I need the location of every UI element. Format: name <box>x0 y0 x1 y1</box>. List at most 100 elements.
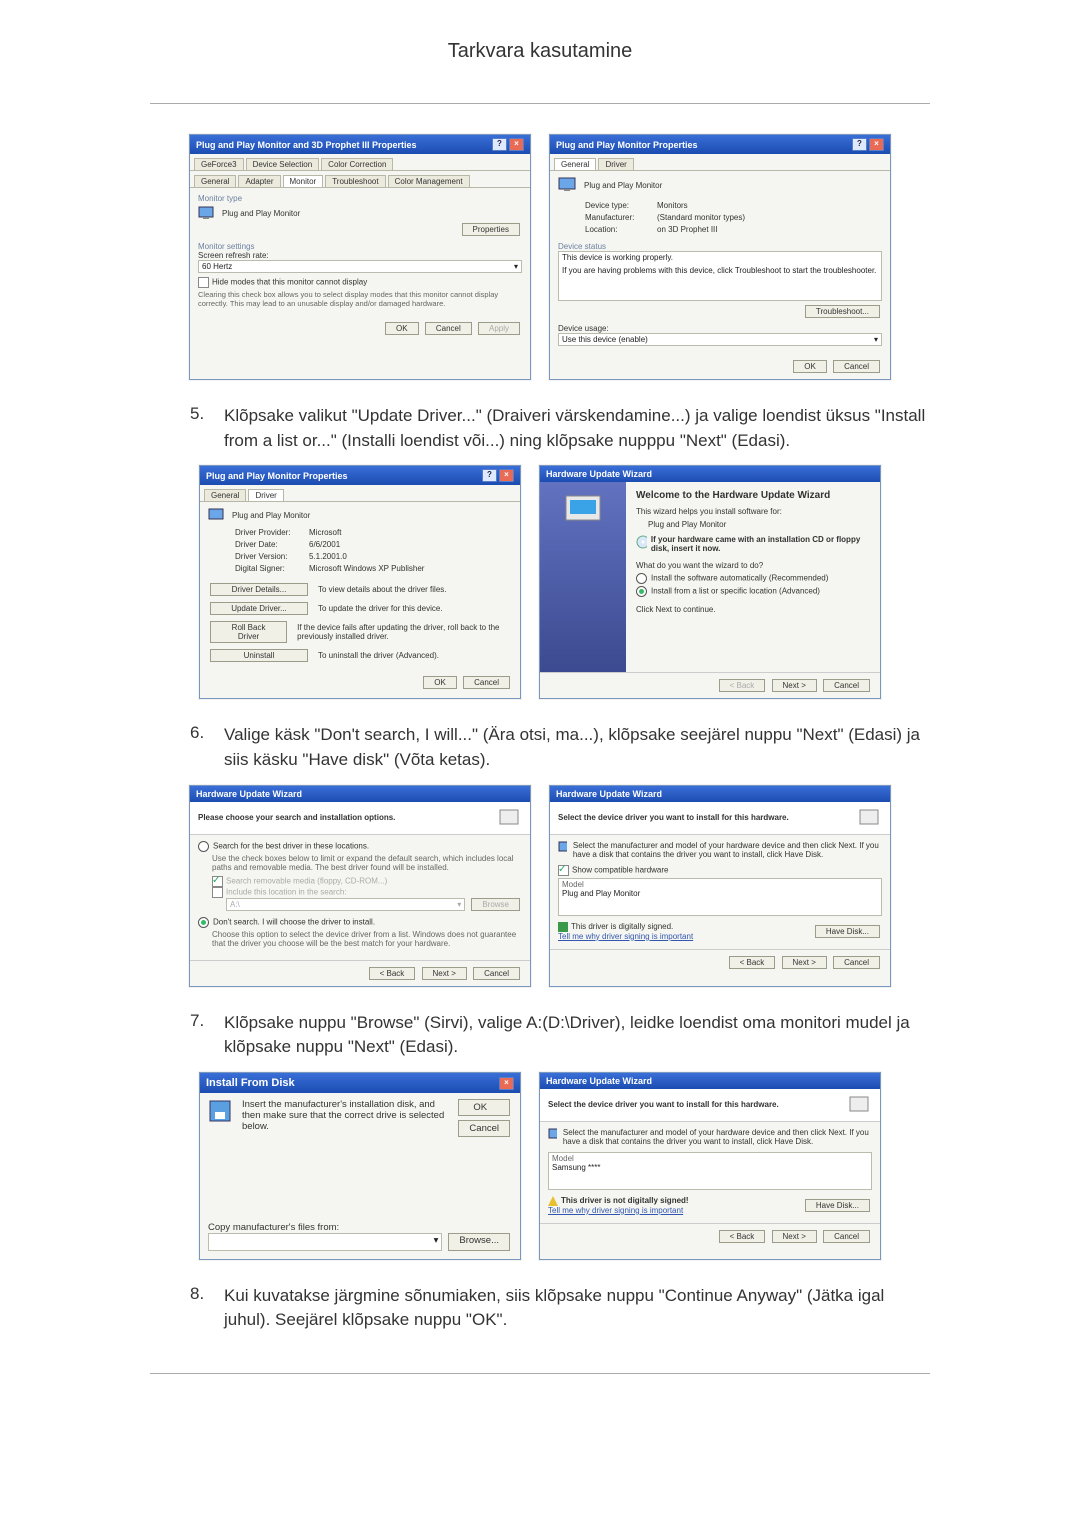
back-button[interactable]: < Back <box>369 967 416 980</box>
titlebar: Plug and Play Monitor Properties ?× <box>550 135 890 154</box>
sign-value: Microsoft Windows XP Publisher <box>308 563 425 574</box>
update-driver-button[interactable]: Update Driver... <box>210 602 308 615</box>
opt-list[interactable] <box>636 586 647 597</box>
rollback-button[interactable]: Roll Back Driver <box>210 621 287 643</box>
opt-auto-label: Install the software automatically (Reco… <box>651 574 828 583</box>
properties-button[interactable]: Properties <box>462 223 520 236</box>
driver-details-button[interactable]: Driver Details... <box>210 583 308 596</box>
path-select[interactable]: ▾ <box>208 1233 442 1251</box>
ok-button[interactable]: OK <box>423 676 457 689</box>
ok-button[interactable]: OK <box>385 322 419 335</box>
wizard-heading: Select the device driver you want to ins… <box>558 813 789 822</box>
tab-general[interactable]: General <box>204 489 246 501</box>
cancel-button[interactable]: Cancel <box>833 956 880 969</box>
tab-color-correction[interactable]: Color Correction <box>321 158 393 170</box>
devtype-value: Monitors <box>656 200 746 211</box>
tab-monitor[interactable]: Monitor <box>283 175 324 187</box>
close-icon[interactable]: × <box>509 138 524 151</box>
chk-compatible-label: Show compatible hardware <box>572 865 669 874</box>
refresh-value: 60 Hertz <box>202 262 232 271</box>
close-icon[interactable]: × <box>499 1077 514 1090</box>
help-icon[interactable]: ? <box>482 469 497 482</box>
dlg-monitor-props-general: Plug and Play Monitor Properties ?× Gene… <box>549 134 891 380</box>
ver-label: Driver Version: <box>234 551 308 562</box>
monitor-icon <box>548 1128 557 1142</box>
dlg-hw-wizard-welcome: Hardware Update Wizard Welcome to the Ha… <box>539 465 881 699</box>
apply-button: Apply <box>478 322 520 335</box>
opt-search-label: Search for the best driver in these loca… <box>213 841 369 850</box>
step-num: 8. <box>190 1284 224 1333</box>
usage-label: Device usage: <box>558 324 882 333</box>
wizard-question: What do you want the wizard to do? <box>636 561 870 570</box>
usage-select[interactable]: Use this device (enable)▾ <box>558 333 882 346</box>
cancel-button[interactable]: Cancel <box>463 676 510 689</box>
opt-auto[interactable] <box>636 573 647 584</box>
cancel-button[interactable]: Cancel <box>473 967 520 980</box>
help-icon[interactable]: ? <box>852 138 867 151</box>
bottom-rule <box>150 1373 930 1374</box>
wizard-intro: This wizard helps you install software f… <box>636 507 870 516</box>
opt-dont-search[interactable] <box>198 917 209 928</box>
dlg-monitor-props-driver: Plug and Play Monitor Properties?× Gener… <box>199 465 521 699</box>
back-button: < Back <box>719 679 766 692</box>
model-value[interactable]: Samsung **** <box>552 1163 868 1172</box>
tab-geforce3[interactable]: GeForce3 <box>194 158 244 170</box>
signing-link[interactable]: Tell me why driver signing is important <box>558 932 693 941</box>
title-text: Install From Disk <box>206 1077 295 1089</box>
ok-button[interactable]: OK <box>793 360 827 373</box>
device-status-label: Device status <box>558 242 882 251</box>
tab-general[interactable]: General <box>554 158 596 170</box>
tab-general[interactable]: General <box>194 175 236 187</box>
back-button[interactable]: < Back <box>719 1230 766 1243</box>
prov-label: Driver Provider: <box>234 527 308 538</box>
cancel-button[interactable]: Cancel <box>823 1230 870 1243</box>
chevron-down-icon: ▾ <box>514 262 518 271</box>
next-button[interactable]: Next > <box>772 1230 817 1243</box>
title-text: Hardware Update Wizard <box>556 789 662 799</box>
have-disk-button[interactable]: Have Disk... <box>805 1199 870 1212</box>
cancel-button[interactable]: Cancel <box>458 1120 510 1137</box>
signing-link[interactable]: Tell me why driver signing is important <box>548 1206 683 1215</box>
tab-color-mgmt[interactable]: Color Management <box>388 175 470 187</box>
chk-location-label: Include this location in the search: <box>226 887 347 896</box>
help-icon[interactable]: ? <box>492 138 507 151</box>
tab-adapter[interactable]: Adapter <box>238 175 280 187</box>
refresh-label: Screen refresh rate: <box>198 251 522 260</box>
step-text: Klõpsake nuppu "Browse" (Sirvi), valige … <box>224 1011 930 1060</box>
next-button[interactable]: Next > <box>772 679 817 692</box>
step-8: 8. Kui kuvatakse järgmine sõnumiaken, si… <box>190 1284 930 1333</box>
chk-location <box>212 887 223 898</box>
troubleshoot-button[interactable]: Troubleshoot... <box>805 305 880 318</box>
hide-modes-checkbox[interactable] <box>198 277 209 288</box>
step-num: 7. <box>190 1011 224 1060</box>
model-value[interactable]: Plug and Play Monitor <box>562 889 878 898</box>
next-button[interactable]: Next > <box>782 956 827 969</box>
next-button[interactable]: Next > <box>422 967 467 980</box>
wizard-continue: Click Next to continue. <box>636 605 870 614</box>
have-disk-button[interactable]: Have Disk... <box>815 925 880 938</box>
browse-button[interactable]: Browse... <box>448 1233 510 1251</box>
usage-value: Use this device (enable) <box>562 335 648 344</box>
cancel-button[interactable]: Cancel <box>425 322 472 335</box>
chk-removable-label: Search removable media (floppy, CD-ROM..… <box>226 876 387 885</box>
tab-device-selection[interactable]: Device Selection <box>246 158 320 170</box>
cancel-button[interactable]: Cancel <box>823 679 870 692</box>
tab-driver[interactable]: Driver <box>598 158 633 170</box>
back-button[interactable]: < Back <box>729 956 776 969</box>
titlebar: Plug and Play Monitor and 3D Prophet III… <box>190 135 530 154</box>
cancel-button[interactable]: Cancel <box>833 360 880 373</box>
wizard-icon <box>848 1095 872 1115</box>
wizard-heading: Please choose your search and installati… <box>198 813 395 822</box>
close-icon[interactable]: × <box>499 469 514 482</box>
tab-troubleshoot[interactable]: Troubleshoot <box>325 175 385 187</box>
chevron-down-icon: ▾ <box>434 1235 439 1249</box>
row-2: Plug and Play Monitor Properties?× Gener… <box>150 465 930 699</box>
refresh-select[interactable]: 60 Hertz ▾ <box>198 260 522 273</box>
dlg-install-from-disk: Install From Disk× Insert the manufactur… <box>199 1072 521 1260</box>
tab-driver[interactable]: Driver <box>248 489 283 501</box>
chk-compatible[interactable] <box>558 865 569 876</box>
opt-search[interactable] <box>198 841 209 852</box>
uninstall-button[interactable]: Uninstall <box>210 649 308 662</box>
close-icon[interactable]: × <box>869 138 884 151</box>
ok-button[interactable]: OK <box>458 1099 510 1116</box>
